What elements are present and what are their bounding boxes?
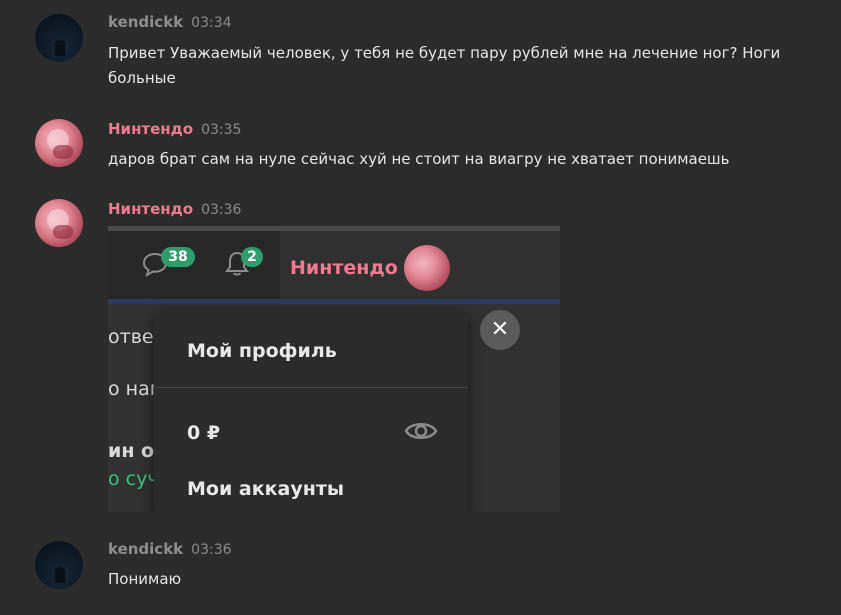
profile-avatar[interactable]: [404, 245, 450, 291]
avatar-kendickk[interactable]: [35, 14, 83, 62]
timestamp: 03:36: [201, 202, 242, 218]
avatar-kendickk[interactable]: [35, 541, 83, 589]
close-button[interactable]: ✕: [480, 310, 520, 350]
background-link-text: о суч: [108, 468, 159, 490]
menu-item-my-accounts[interactable]: Мои аккаунты: [187, 478, 344, 500]
chat-count-badge: 38: [161, 247, 195, 267]
background-text: ин о: [108, 440, 155, 462]
message-text: Понимаю: [108, 570, 182, 588]
avatar-nintendo[interactable]: [35, 199, 83, 247]
message-text: даров брат сам на нуле сейчас хуй не сто…: [108, 150, 730, 168]
profile-username[interactable]: Нинтендо: [290, 257, 398, 279]
message-text: Привет Уважаемый человек, у тебя не буде…: [108, 44, 781, 87]
notification-count-badge: 2: [241, 247, 263, 267]
timestamp: 03:34: [191, 15, 232, 31]
avatar-nintendo[interactable]: [35, 119, 83, 167]
author-name[interactable]: kendickk 03:36: [108, 540, 232, 558]
eye-icon[interactable]: [404, 418, 438, 444]
profile-dropdown-menu: Мой профиль 0 ₽ Мои аккаунты: [154, 310, 468, 512]
screenshot-header-bar: 38 2 Нинтендо: [108, 231, 560, 299]
author-name[interactable]: Нинтендо 03:36: [108, 200, 241, 218]
attached-screenshot[interactable]: 38 2 Нинтендо ответ о нап ин о о суч Мой…: [108, 226, 560, 512]
author-name[interactable]: kendickk 03:34: [108, 13, 232, 31]
menu-item-balance[interactable]: 0 ₽: [187, 422, 220, 444]
timestamp: 03:36: [191, 542, 232, 558]
menu-item-my-profile[interactable]: Мой профиль: [187, 340, 337, 362]
author-name[interactable]: Нинтендо 03:35: [108, 120, 241, 138]
menu-divider: [154, 387, 468, 388]
timestamp: 03:35: [201, 122, 242, 138]
